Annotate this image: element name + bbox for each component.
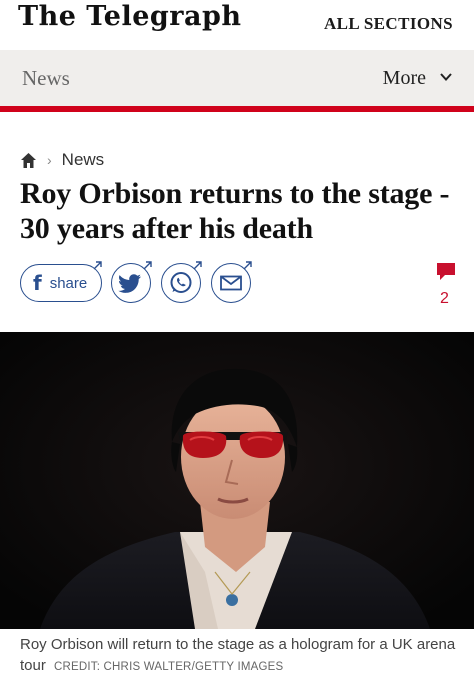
article-headline: Roy Orbison returns to the stage - 30 ye… (20, 177, 450, 245)
external-arrow-icon (143, 261, 152, 270)
comment-icon[interactable] (436, 262, 456, 282)
facebook-icon: f (33, 271, 42, 295)
external-arrow-icon (93, 261, 102, 270)
comment-count[interactable]: 2 (440, 290, 449, 308)
photo-caption: Roy Orbison will return to the stage as … (20, 634, 460, 673)
top-header: The Telegraph ALL SECTIONS (0, 0, 474, 48)
chevron-down-icon[interactable] (438, 69, 454, 85)
facebook-share-button[interactable]: f share (20, 264, 102, 302)
breadcrumb: › News (20, 150, 104, 170)
photo-roy-orbison (0, 332, 474, 629)
external-arrow-icon (193, 261, 202, 270)
all-sections-button[interactable]: ALL SECTIONS (324, 14, 453, 34)
red-divider (0, 106, 474, 112)
external-arrow-icon (243, 261, 252, 270)
nav-section-news[interactable]: News (22, 66, 70, 91)
telegraph-logo[interactable]: The Telegraph (18, 1, 242, 32)
more-button[interactable]: More (383, 67, 426, 90)
home-icon[interactable] (20, 152, 37, 169)
facebook-share-label: share (49, 274, 88, 292)
section-nav: News More (0, 50, 474, 106)
breadcrumb-news-link[interactable]: News (62, 150, 105, 170)
article-photo (0, 332, 474, 629)
breadcrumb-separator: › (47, 152, 52, 168)
photo-credit: CREDIT: CHRIS WALTER/GETTY IMAGES (54, 661, 284, 673)
